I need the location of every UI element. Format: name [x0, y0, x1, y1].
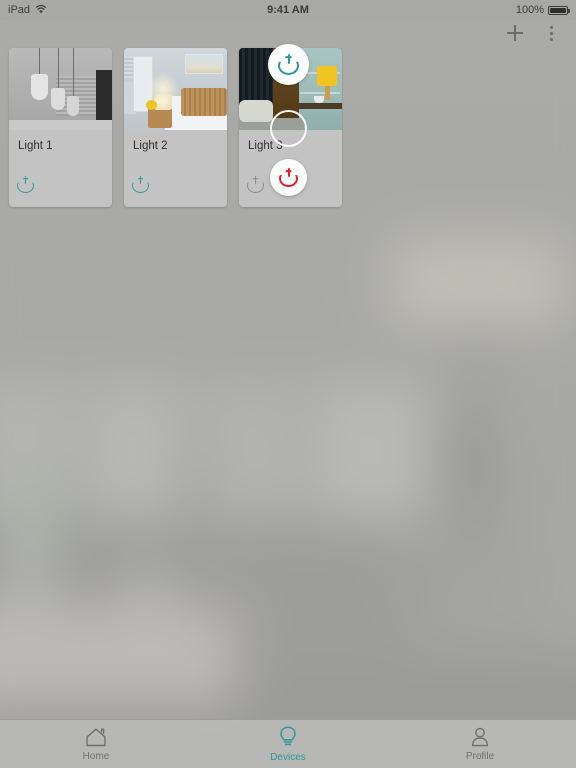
person-icon — [468, 726, 492, 748]
device-power-toggle-light-3[interactable] — [247, 176, 264, 193]
tab-label: Home — [82, 751, 110, 762]
tab-label: Profile — [465, 751, 495, 762]
status-battery-percent: 100% — [515, 4, 544, 16]
wifi-icon — [35, 4, 47, 17]
power-icon — [17, 176, 34, 193]
tab-home[interactable]: Home — [0, 720, 192, 768]
device-power-toggle-light-1[interactable] — [17, 176, 34, 193]
status-time: 9:41 AM — [267, 4, 309, 16]
tab-profile[interactable]: Profile — [384, 720, 576, 768]
device-card-light-1[interactable]: Light 1 — [9, 48, 112, 207]
lightbulb-icon — [277, 725, 299, 749]
home-icon — [84, 726, 108, 748]
device-power-toggle-light-2[interactable] — [132, 176, 149, 193]
overlay-power-on-button[interactable] — [268, 44, 309, 85]
device-thumbnail-light-1 — [9, 48, 112, 130]
more-vertical-icon — [549, 25, 553, 41]
device-title: Light 2 — [133, 140, 168, 152]
device-card-light-2[interactable]: Light 2 — [124, 48, 227, 207]
power-icon — [132, 176, 149, 193]
touch-indicator-ring — [270, 110, 307, 147]
bottom-tab-bar: Home Devices Profile — [0, 719, 576, 768]
power-icon — [247, 176, 264, 193]
app-screen: iPad 9:41 AM 100% Light 1 Light 2 Light … — [0, 0, 576, 768]
overlay-power-off-button[interactable] — [270, 159, 307, 196]
top-action-bar — [0, 20, 576, 46]
power-icon — [279, 168, 298, 187]
more-options-button[interactable] — [540, 22, 562, 44]
tab-devices[interactable]: Devices — [192, 720, 384, 768]
power-icon — [278, 54, 299, 75]
battery-full-icon — [548, 5, 570, 15]
status-device-name: iPad — [8, 4, 31, 16]
tab-label: Devices — [270, 752, 306, 763]
add-device-button[interactable] — [504, 22, 526, 44]
status-bar: iPad 9:41 AM 100% — [0, 0, 576, 20]
device-title: Light 1 — [18, 140, 53, 152]
device-thumbnail-light-2 — [124, 48, 227, 130]
plus-icon — [506, 24, 524, 42]
